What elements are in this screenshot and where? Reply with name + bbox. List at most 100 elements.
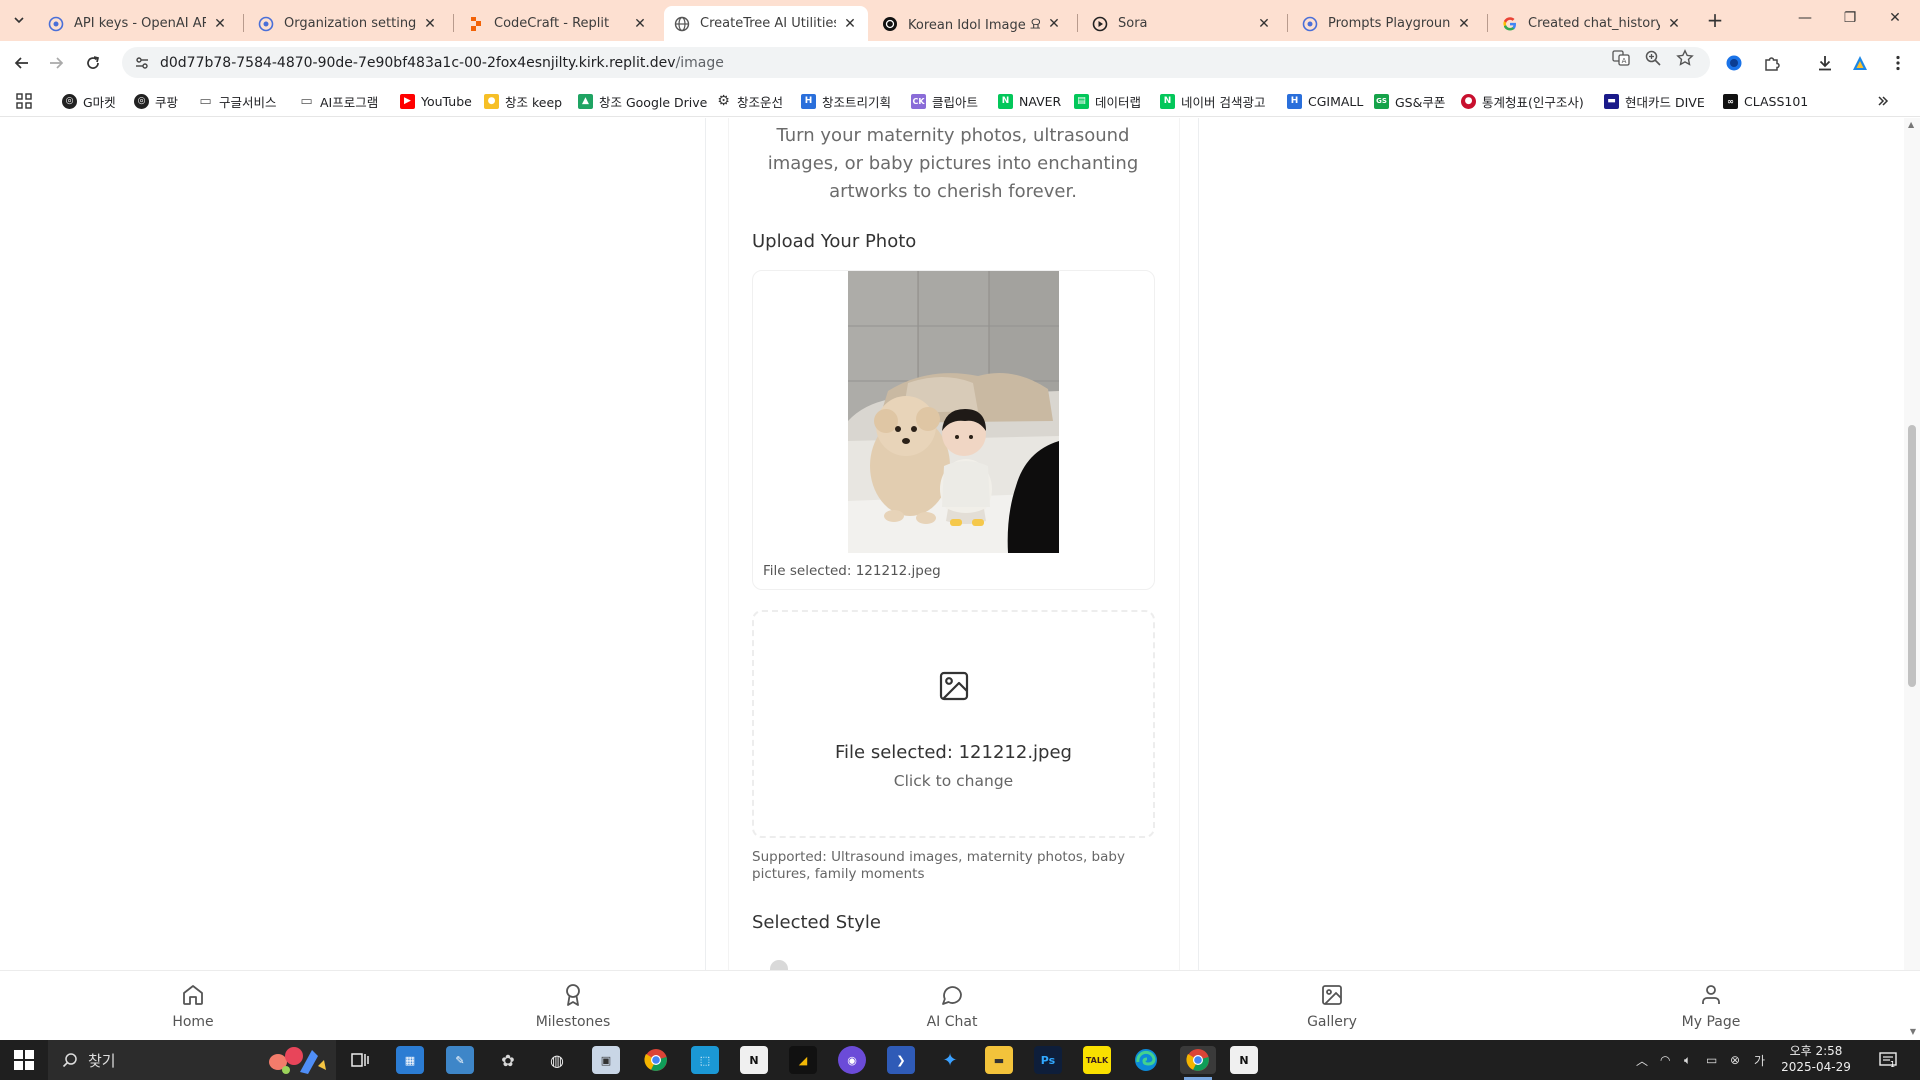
address-bar[interactable]: d0d77b78-7584-4870-90de-7e90bf483a1c-00-… — [122, 47, 1710, 78]
taskbar-chrome-active[interactable] — [1180, 1046, 1216, 1074]
taskbar-capture[interactable]: ▣ — [592, 1046, 620, 1074]
bookmark-hyundai-dive[interactable]: ▬ 현대카드 DIVE — [1604, 92, 1705, 110]
page-scrollbar[interactable]: ▲ — [1904, 118, 1920, 970]
browser-menu-button[interactable] — [1888, 53, 1908, 73]
translate-button[interactable]: A — [1612, 49, 1630, 67]
tab-prompts-playground[interactable]: Prompts Playground - O ✕ — [1292, 6, 1482, 41]
nav-milestones[interactable]: Milestones — [473, 983, 673, 1037]
nav-gallery[interactable]: Gallery — [1232, 983, 1432, 1037]
taskbar-file-explorer[interactable]: ▬ — [985, 1046, 1013, 1074]
home-icon — [183, 985, 203, 1005]
new-tab-button[interactable]: + — [1704, 10, 1726, 32]
bookmark-label: G마켓 — [83, 94, 116, 110]
nav-home[interactable]: Home — [93, 983, 293, 1037]
taskbar-paint[interactable]: ✿ — [494, 1046, 522, 1074]
tray-ime[interactable]: 가 — [1754, 1050, 1765, 1070]
bookmark-star-button[interactable] — [1676, 49, 1694, 67]
bookmark-folder-google-services[interactable]: ▭ 구글서비스 — [198, 92, 276, 110]
nav-ai-chat[interactable]: AI Chat — [852, 983, 1052, 1037]
close-icon[interactable]: ✕ — [422, 16, 438, 32]
site-info-icon[interactable] — [134, 55, 150, 71]
taskbar-notes[interactable]: ✎ — [446, 1046, 474, 1074]
taskbar-notion[interactable]: N — [740, 1046, 768, 1074]
bookmark-kostat[interactable]: ● 통계청표(인구조사) — [1461, 92, 1584, 110]
tray-overflow-button[interactable]: ︿ — [1636, 1050, 1648, 1070]
bookmark-naver[interactable]: N NAVER — [998, 92, 1061, 110]
close-icon[interactable]: ✕ — [1256, 16, 1272, 32]
downloads-button[interactable] — [1815, 53, 1835, 73]
bookmark-clipart[interactable]: CK 클립아트 — [911, 92, 978, 110]
nav-my-page[interactable]: My Page — [1611, 983, 1811, 1037]
forward-button[interactable] — [45, 52, 67, 74]
bookmark-class101[interactable]: ∞ CLASS101 — [1723, 92, 1808, 110]
scrollbar-thumb[interactable] — [1908, 425, 1916, 687]
taskbar-edge[interactable] — [1132, 1046, 1160, 1074]
butterfly-icon: ✦ — [942, 1049, 958, 1071]
minimize-button[interactable]: — — [1795, 10, 1815, 30]
apps-button[interactable] — [16, 92, 32, 110]
bookmark-label: 클립아트 — [932, 94, 979, 110]
tab-chat-history[interactable]: Created chat_history.htm ✕ — [1492, 6, 1692, 41]
taskbar-obs[interactable]: ◍ — [543, 1046, 571, 1074]
tab-korean-idol[interactable]: Korean Idol Image 요청 ✕ — [872, 6, 1072, 41]
profile-button[interactable] — [1850, 53, 1870, 73]
close-window-button[interactable]: ✕ — [1885, 10, 1905, 30]
tray-battery[interactable]: ▭ — [1706, 1050, 1717, 1070]
tab-sora[interactable]: Sora ✕ — [1082, 6, 1282, 41]
bookmark-gs-coupon[interactable]: GS GS&쿠폰 — [1374, 92, 1445, 110]
upload-drop-zone[interactable]: File selected: 121212.jpeg Click to chan… — [752, 610, 1155, 838]
more-bookmarks-button[interactable] — [1876, 92, 1890, 110]
taskbar-photoshop[interactable]: Ps — [1034, 1046, 1062, 1074]
taskbar-calculator[interactable]: ▦ — [396, 1046, 424, 1074]
tray-network[interactable]: ◠ — [1660, 1050, 1670, 1070]
reload-button[interactable] — [82, 52, 104, 74]
taskbar-bluesky[interactable]: ✦ — [936, 1046, 964, 1074]
tab-codecraft-replit[interactable]: CodeCraft - Replit ✕ — [458, 6, 658, 41]
taskbar-notion-2[interactable]: N — [1230, 1046, 1258, 1074]
taskbar-app-dark[interactable]: ◢ — [789, 1046, 817, 1074]
folder-icon: ▭ — [199, 93, 212, 109]
restore-button[interactable]: ❐ — [1840, 10, 1860, 30]
tab-api-keys[interactable]: API keys - OpenAI API ✕ — [38, 6, 238, 41]
notification-center-button[interactable]: 1 — [1878, 1050, 1898, 1070]
bookmark-coupang[interactable]: ◎ 쿠팡 — [134, 92, 178, 110]
close-icon[interactable]: ✕ — [1666, 16, 1682, 32]
extension-button[interactable] — [1724, 53, 1744, 73]
taskbar-chrome[interactable] — [642, 1046, 670, 1074]
bookmark-google-drive[interactable]: ▲ 창조 Google Drive — [578, 92, 707, 110]
taskbar-powershell[interactable]: ❯ — [887, 1046, 915, 1074]
close-icon[interactable]: ✕ — [632, 16, 648, 32]
bookmark-cgimall[interactable]: H CGIMALL — [1287, 92, 1363, 110]
back-button[interactable] — [11, 52, 33, 74]
bookmark-folder-ai-programs[interactable]: ▭ AI프로그램 — [299, 92, 378, 110]
scroll-down-arrow-icon[interactable]: ▼ — [1910, 1027, 1916, 1036]
taskbar-kakaotalk[interactable]: TALK — [1083, 1046, 1111, 1074]
tab-search-button[interactable] — [8, 9, 30, 31]
bookmark-changjo-unseon[interactable]: ⚙ 창조운선 — [716, 92, 783, 110]
powershell-icon: ❯ — [896, 1053, 906, 1067]
taskbar-search[interactable]: 찾기 — [48, 1040, 336, 1080]
bookmark-naver-search-ads[interactable]: N 네이버 검색광고 — [1160, 92, 1265, 110]
nav-label: Milestones — [535, 1014, 611, 1030]
taskbar-github[interactable]: ◉ — [838, 1046, 866, 1074]
bookmark-gmarket[interactable]: ◎ G마켓 — [62, 92, 116, 110]
tab-createtree-active[interactable]: CreateTree AI Utilities ✕ — [664, 6, 868, 41]
scroll-up-arrow-icon[interactable]: ▲ — [1908, 120, 1914, 129]
bookmark-keep[interactable]: ● 창조 keep — [484, 92, 562, 110]
taskbar-task-view[interactable] — [346, 1046, 374, 1074]
zoom-button[interactable] — [1644, 49, 1662, 67]
close-icon[interactable]: ✕ — [1046, 16, 1062, 32]
bookmark-youtube[interactable]: ▶ YouTube — [400, 92, 472, 110]
close-icon[interactable]: ✕ — [842, 16, 858, 32]
tray-app-status[interactable]: ⊗ — [1730, 1050, 1740, 1070]
tab-organization-settings[interactable]: Organization settings - C ✕ — [248, 6, 448, 41]
extensions-button[interactable] — [1762, 53, 1782, 73]
close-icon[interactable]: ✕ — [212, 16, 228, 32]
taskbar-clock[interactable]: 오후 2:58 2025-04-29 — [1780, 1043, 1852, 1075]
bookmark-datalab[interactable]: ▤ 데이터랩 — [1074, 92, 1141, 110]
bookmark-changjo-tree-plan[interactable]: H 창조트리기획 — [801, 92, 891, 110]
windows-start-icon[interactable] — [14, 1050, 34, 1070]
taskbar-app-blue[interactable]: ⬚ — [691, 1046, 719, 1074]
close-icon[interactable]: ✕ — [1456, 16, 1472, 32]
tray-volume[interactable]: 🔈︎ — [1684, 1050, 1691, 1070]
